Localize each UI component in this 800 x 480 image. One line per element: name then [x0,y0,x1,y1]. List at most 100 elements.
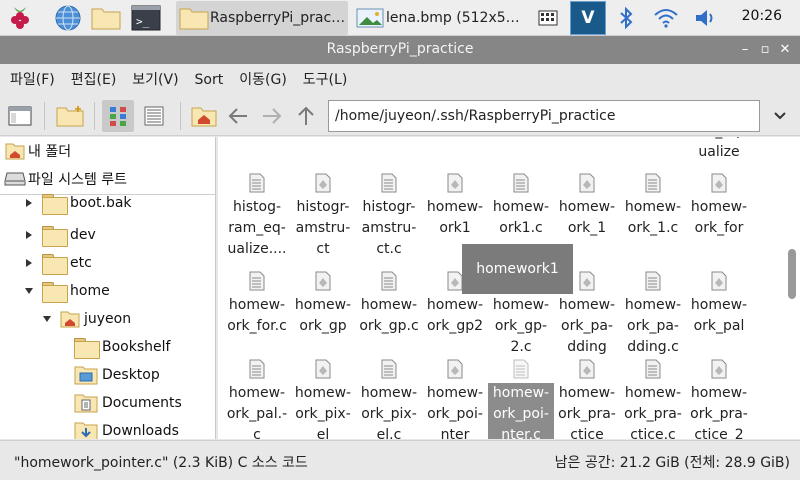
file-manager-launcher-icon[interactable] [90,2,122,34]
tree-item-home[interactable]: home [22,277,110,305]
file-item[interactable]: homew- ork_poi- nter [422,355,488,439]
place-home[interactable]: 내 폴더 [0,137,215,165]
file-item[interactable]: histog- ram_eq- ualize.... [224,169,290,260]
file-name: am [422,137,488,142]
file-item[interactable]: homew- ork_gp.c [356,267,422,337]
task-file-manager[interactable]: RaspberryPi_prac… [176,1,348,35]
file-item[interactable]: homew- ork_pra- ctice [554,355,620,439]
home-folder-button[interactable] [188,100,220,132]
forward-arrow-icon[interactable] [256,100,288,132]
file-item[interactable]: homew- ork_pix- el.c [356,355,422,439]
tree-item-downloads[interactable]: Downloads [74,417,179,439]
wifi-icon[interactable] [650,2,682,34]
menu-edit[interactable]: 편집(E) [63,64,125,96]
tree-item-label: home [70,283,110,299]
new-folder-button[interactable] [54,100,86,132]
text-file-icon [620,267,686,295]
tree-item-label: juyeon [84,311,132,327]
tree-item-boot-bak[interactable]: boot.bak [22,191,132,215]
file-item[interactable]: homew- ork_pa- dding.c [620,267,686,358]
file-item[interactable]: homew- ork_1 [554,169,620,239]
menu-sort[interactable]: Sort [187,64,232,96]
file-item[interactable]: homew- ork_gp [290,267,356,337]
file-item[interactable]: c.c [290,137,356,142]
executable-file-icon [422,355,488,383]
tree-item-juyeon[interactable]: juyeon [40,305,131,333]
file-item[interactable]: homew- ork_for.c [224,267,290,337]
home-folder-icon [4,141,26,161]
menu-file[interactable]: 파일(F) [2,64,63,96]
tree-item-dev[interactable]: dev [22,221,96,249]
vnc-icon[interactable]: V [570,1,606,35]
tree-item-label: dev [70,227,96,243]
place-filesystem-root[interactable]: 파일 시스템 루트 [0,165,215,193]
tree-item-documents[interactable]: Documents [74,389,182,417]
file-tooltip: homework1 [462,244,573,294]
tree-item-label: Downloads [102,423,179,439]
file-item[interactable]: homew- ork_pal.- c [224,355,290,439]
sidebar: 내 폴더 파일 시스템 루트 boot.bak dev etc home juy… [0,137,216,439]
back-arrow-icon[interactable] [222,100,254,132]
window-titlebar[interactable]: RaspberryPi_practice – ▫ ✕ [0,36,800,64]
text-file-icon [488,169,554,197]
path-input[interactable] [328,100,760,132]
scrollbar-thumb[interactable] [788,249,796,299]
volume-icon[interactable] [690,2,722,34]
file-item[interactable]: homew- ork_1.c [620,169,686,239]
tree-item-desktop[interactable]: Desktop [74,361,160,389]
keyboard-icon[interactable] [532,2,564,34]
file-item[interactable]: am_eq- ualize [686,137,752,163]
menu-view[interactable]: 보기(V) [124,64,186,96]
tree-item-etc[interactable]: etc [22,249,92,277]
file-item[interactable]: histogr- amstru- ct [290,169,356,260]
file-item[interactable]: am.h [554,137,620,142]
file-name: homew- ork_gp- 2.c [492,297,550,355]
path-history-chevron-down-icon[interactable] [764,100,796,132]
task-image-viewer[interactable]: lena.bmp (512x5… [352,1,530,35]
file-item[interactable]: homew- ork_pix- el [290,355,356,439]
chevron-right-icon[interactable] [22,196,36,210]
file-item[interactable]: am.c [488,137,554,142]
up-arrow-icon[interactable] [290,100,322,132]
file-item[interactable]: homew- ork1 [422,169,488,239]
desktop-screen: >_ RaspberryPi_prac… lena.bmp (512x5… V [0,0,800,480]
tree-item-bookshelf[interactable]: Bookshelf [74,333,170,361]
file-item[interactable]: homew- ork1.c [488,169,554,239]
executable-file-icon [686,169,752,197]
bluetooth-icon[interactable] [610,2,642,34]
maximize-icon[interactable]: ▫ [756,41,774,59]
file-name: am_eq- ualize [693,137,745,160]
file-item[interactable]: histogr- amstru- ct.c [356,169,422,260]
terminal-icon[interactable]: >_ [130,2,162,34]
chevron-right-icon[interactable] [22,256,36,270]
menu-go[interactable]: 이동(G) [231,64,295,96]
file-item[interactable]: am [422,137,488,142]
new-window-button[interactable] [4,100,36,132]
file-item[interactable]: homew- ork_pal [686,267,752,337]
task-label: RaspberryPi_prac… [210,10,346,26]
file-item[interactable]: homew- ork_poi- nter.c [488,355,554,439]
chevron-down-icon[interactable] [40,312,54,326]
minimize-icon[interactable]: – [736,41,754,59]
file-name: homew- ork1 [426,199,484,236]
chevron-down-icon[interactable] [22,284,36,298]
file-item[interactable]: homew- ork_pra- ctice.c [620,355,686,439]
file-item[interactable]: homew- ork_for [686,169,752,239]
documents-folder-icon [74,393,100,413]
file-name: homew- ork_gp.c [359,297,419,334]
close-icon[interactable]: ✕ [776,41,794,59]
file-item[interactable]: am2.c [620,137,686,142]
raspberry-menu-icon[interactable] [4,2,36,34]
executable-file-icon [686,267,752,295]
file-name: homew- ork_for [690,199,748,236]
file-item[interactable]: homew- ork_pra- ctice_2 [686,355,752,439]
icon-view-button[interactable] [102,100,134,132]
web-browser-icon[interactable] [52,2,84,34]
folder-icon [42,225,68,247]
clock[interactable]: 20:26 [742,8,782,24]
executable-file-icon [686,355,752,383]
menu-tools[interactable]: 도구(L) [295,64,355,96]
list-view-button[interactable] [138,100,170,132]
text-file-icon [224,169,290,197]
chevron-right-icon[interactable] [22,228,36,242]
